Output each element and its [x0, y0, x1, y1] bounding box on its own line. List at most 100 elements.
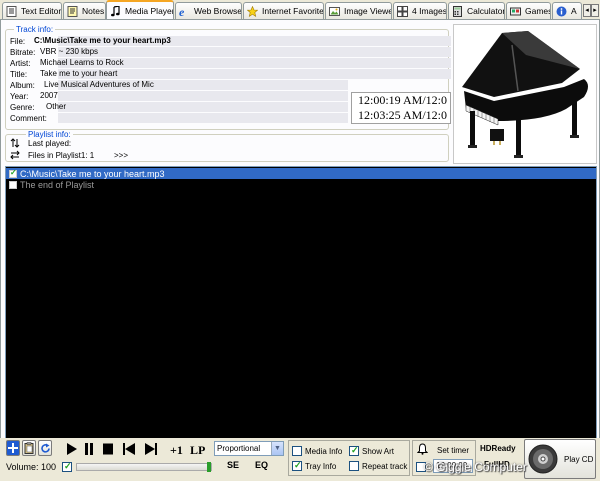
notes-icon: [67, 5, 78, 17]
media-info-checkbox[interactable]: [292, 446, 302, 456]
playlist-info-group: Playlist info: Last played: Files in Pla…: [5, 130, 449, 162]
tab-games-label: Games: [525, 6, 551, 16]
track-field-album-label: Album:: [10, 80, 35, 90]
tab-games[interactable]: Games: [506, 2, 551, 19]
set-timer-button[interactable]: Set timer: [437, 446, 469, 455]
track-field-album-value: Live Musical Adventures of Mic: [44, 80, 154, 89]
elapsed-time-text: 12:00:19 AM/12:0: [358, 93, 448, 107]
next-icon[interactable]: [144, 442, 158, 456]
playlist[interactable]: C:\Music\Take me to your heart.mp3 The e…: [5, 166, 597, 448]
tab-web-browser-label: Web Browser: [194, 6, 242, 16]
tray-info-toggle[interactable]: Tray Info: [292, 460, 336, 471]
track-field-bitrate-value: VBR ~ 230 kbps: [40, 47, 99, 56]
play-icon[interactable]: [66, 442, 78, 456]
playlist-item-text: C:\Music\Take me to your heart.mp3: [20, 168, 165, 179]
tab-notes-label: Notes: [82, 6, 105, 16]
track-field-year-label: Year:: [10, 91, 29, 101]
tab-image-viewer[interactable]: Image Viewer: [325, 2, 392, 19]
playlist-end-item[interactable]: The end of Playlist: [6, 179, 596, 190]
se-button[interactable]: SE: [227, 460, 239, 470]
volume-label: Volume: 100: [6, 462, 57, 472]
four-images-icon: [397, 5, 408, 17]
refresh-button[interactable]: [38, 440, 52, 456]
playlist-end-checkbox[interactable]: [9, 180, 17, 189]
hdready-button[interactable]: HDReady: [480, 444, 516, 453]
plus-icon: [8, 443, 18, 453]
repeat-track-label: Repeat track: [362, 461, 408, 471]
shuffle-arrows-icon[interactable]: [10, 150, 20, 160]
playlist-item[interactable]: C:\Music\Take me to your heart.mp3: [6, 168, 596, 179]
play-cd-button[interactable]: Play CD: [524, 439, 596, 479]
show-art-checkbox[interactable]: [349, 445, 359, 456]
tab-notes[interactable]: Notes: [63, 2, 106, 19]
tab-calculator[interactable]: Calculator: [448, 2, 505, 19]
media-info-toggle[interactable]: Media Info: [292, 446, 342, 456]
tab-media-player-label: Media Player: [125, 6, 174, 16]
track-field-bitrate-label: Bitrate:: [10, 47, 36, 57]
tab-internet-favorites[interactable]: Internet Favorites: [243, 2, 324, 19]
track-field-genre-bg: [58, 102, 348, 112]
tab-text-editor[interactable]: Text Editor: [2, 2, 62, 19]
speed-button[interactable]: +1: [170, 443, 183, 458]
tab-more-label: A: [571, 6, 577, 16]
track-field-title-value: Take me to your heart: [40, 69, 118, 78]
track-field-file-value: C:\Music\Take me to your heart.mp3: [34, 36, 171, 45]
media-player-panel: Track info: File: C:\Music\Take me to yo…: [0, 20, 600, 481]
grand-piano-image: [462, 31, 588, 158]
transport-group: +1 LP: [62, 440, 210, 459]
tab-scroll-right-button[interactable]: ▸: [591, 4, 599, 17]
calculator-icon: [453, 5, 462, 17]
show-art-toggle[interactable]: Show Art: [349, 445, 395, 456]
volume-slider[interactable]: [76, 462, 212, 472]
track-field-artist-value: Michael Learns to Rock: [40, 58, 124, 67]
tab-text-editor-label: Text Editor: [21, 6, 62, 16]
clipboard-icon: [24, 442, 34, 454]
tab-internet-favorites-label: Internet Favorites: [262, 6, 324, 16]
tab-image-viewer-label: Image Viewer: [344, 6, 392, 16]
track-field-album: Album: Live Musical Adventures of Mic: [10, 80, 450, 90]
track-field-file: File: C:\Music\Take me to your heart.mp3: [10, 36, 451, 46]
music-note-icon: [111, 5, 120, 16]
refresh-icon: [40, 443, 50, 453]
show-art-label: Show Art: [362, 446, 395, 456]
repeat-track-checkbox[interactable]: [349, 461, 359, 471]
pause-icon[interactable]: [84, 442, 94, 456]
track-field-title-label: Title:: [10, 69, 28, 79]
sort-arrows-icon[interactable]: [10, 138, 20, 148]
tab-web-browser[interactable]: e Web Browser: [175, 2, 242, 19]
playlist-info-legend: Playlist info:: [26, 130, 73, 139]
info-icon: [556, 6, 567, 16]
games-icon: [510, 7, 521, 15]
svg-text:e: e: [179, 6, 185, 17]
repeat-track-toggle[interactable]: Repeat track: [349, 461, 407, 471]
track-field-comment-label: Comment:: [10, 113, 47, 123]
lp-button[interactable]: LP: [190, 443, 205, 458]
bell-icon[interactable]: [417, 443, 428, 455]
mode-select[interactable]: Proportional ▼: [214, 441, 284, 456]
chevron-down-icon[interactable]: ▼: [271, 442, 283, 455]
star-icon: [247, 5, 258, 17]
volume-mute-checkbox[interactable]: [62, 461, 72, 472]
more-playlists-button[interactable]: >>>: [114, 151, 128, 160]
volume-slider-thumb[interactable]: [207, 462, 211, 472]
track-info-group: Track info: File: C:\Music\Take me to yo…: [5, 25, 451, 130]
watermark-text: © Giggle Computer: [424, 460, 527, 474]
previous-icon[interactable]: [122, 442, 136, 456]
tab-4-images[interactable]: 4 Images: [393, 2, 447, 19]
time-display: 12:00:19 AM/12:0 12:03:25 AM/12:0: [351, 92, 451, 124]
eq-button[interactable]: EQ: [255, 460, 268, 470]
tray-info-checkbox[interactable]: [292, 460, 302, 471]
tab-media-player[interactable]: Media Player: [106, 0, 174, 19]
media-info-label: Media Info: [305, 446, 343, 456]
add-button[interactable]: [6, 440, 20, 456]
tab-scroll-left-button[interactable]: ◂: [583, 4, 591, 17]
track-field-artist: Artist: Michael Learns to Rock: [10, 58, 451, 68]
track-field-year-bg: [58, 91, 348, 101]
tab-scroll: ◂ ▸: [583, 4, 599, 18]
track-field-year-value: 2007: [40, 91, 58, 100]
playlist-item-checkbox[interactable]: [9, 168, 17, 178]
clipboard-button[interactable]: [22, 440, 36, 456]
tab-more[interactable]: A: [552, 2, 582, 19]
stop-icon[interactable]: [102, 442, 114, 456]
total-time-text: 12:03:25 AM/12:0: [358, 108, 448, 122]
